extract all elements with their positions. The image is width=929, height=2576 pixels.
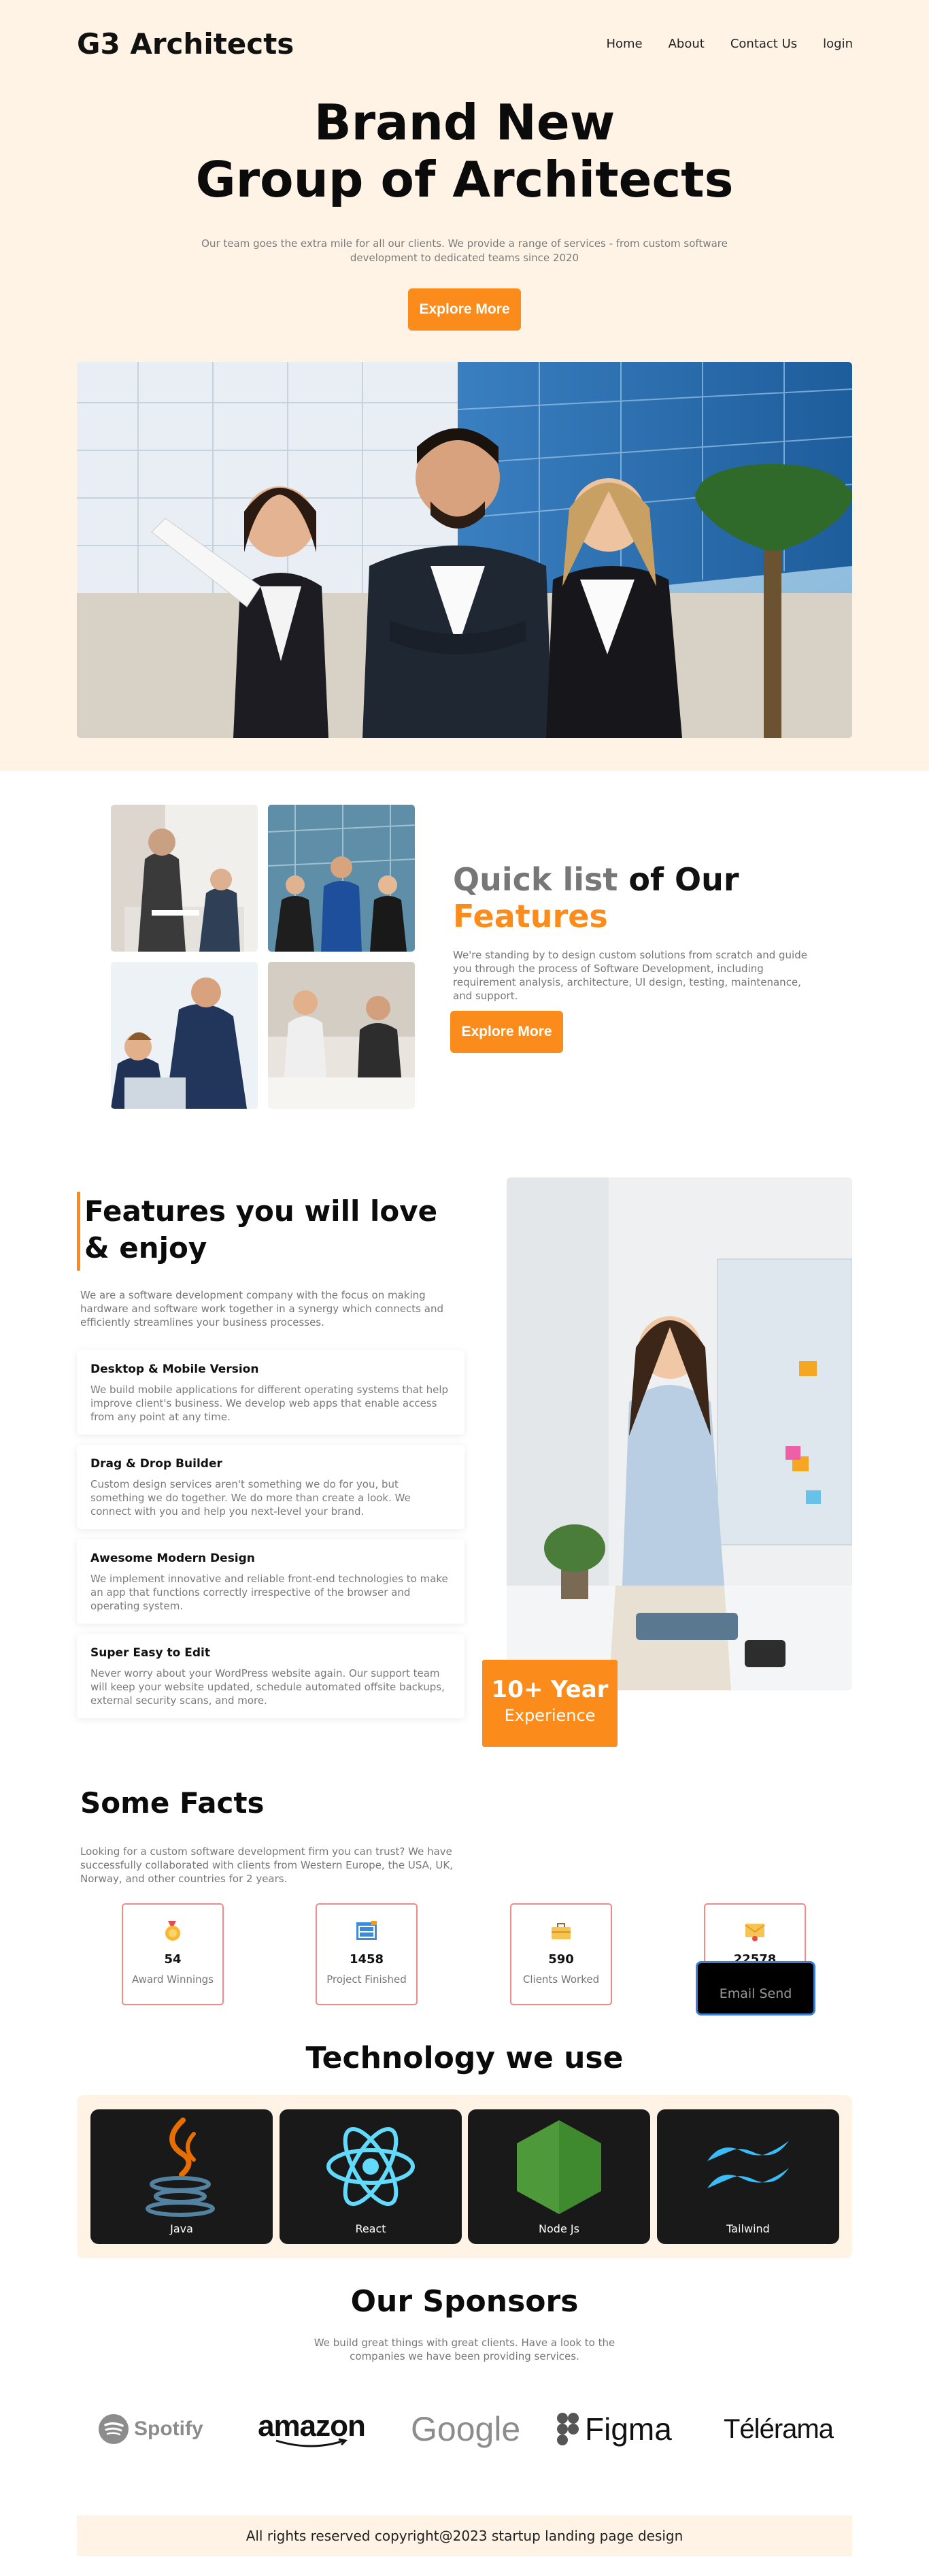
gallery-photo-handshake: [268, 962, 415, 1109]
fact-award-winnings: 54 Award Winnings: [122, 1903, 224, 2005]
top-nav: Home About Contact Us login: [606, 37, 853, 51]
quick-list-title-bold: of Our: [628, 861, 739, 898]
mail-icon: [745, 1924, 765, 1941]
blueprint-icon: [356, 1921, 377, 1940]
hero-photo-illustration: [77, 362, 852, 738]
fact-label: Clients Worked: [522, 1973, 600, 1986]
hero-explore-button[interactable]: Explore More: [408, 288, 521, 331]
facts-description: Looking for a custom software developmen…: [80, 1845, 454, 1885]
fact-project-finished: 1458 Project Finished: [316, 1903, 418, 2005]
fact-value: 54: [164, 1952, 182, 1967]
nav-contact[interactable]: Contact Us: [730, 37, 797, 51]
figma-icon: [557, 2413, 579, 2445]
sponsor-telerama[interactable]: Télérama: [721, 2405, 834, 2453]
tech-card-react[interactable]: React: [280, 2109, 462, 2244]
briefcase-icon: [552, 1923, 571, 1939]
react-icon: [326, 2126, 415, 2207]
sponsor-name: Google: [411, 2410, 521, 2448]
hero-title-line2: Group of Architects: [195, 151, 734, 208]
feature-card-text: Never worry about your WordPress website…: [90, 1667, 445, 1707]
sponsor-name: Figma: [585, 2411, 672, 2447]
tech-card-nodejs[interactable]: Node Js: [468, 2109, 650, 2244]
nav-about[interactable]: About: [669, 37, 705, 51]
sponsor-spotify[interactable]: Spotify: [97, 2405, 213, 2453]
nav-home[interactable]: Home: [606, 37, 642, 51]
features-accent-bar: [77, 1192, 80, 1271]
gallery-illustration-1: [111, 805, 258, 952]
brand-logo[interactable]: G3 Architects: [77, 27, 294, 61]
fact-label: Award Winnings: [132, 1973, 214, 1986]
sponsor-figma[interactable]: Figma: [556, 2405, 686, 2453]
sponsor-amazon[interactable]: amazon: [254, 2405, 369, 2453]
gallery-illustration-2: [268, 805, 415, 952]
fact-value: 590: [548, 1952, 574, 1967]
feature-card-title: Awesome Modern Design: [90, 1552, 255, 1565]
sponsor-name: Spotify: [134, 2418, 203, 2440]
fact-value: 1458: [349, 1952, 384, 1967]
tech-card-tailwind[interactable]: Tailwind: [657, 2109, 839, 2244]
java-icon: [146, 2118, 215, 2217]
feature-card-drag-drop: Drag & Drop Builder Custom design servic…: [77, 1445, 464, 1529]
quick-list-title: Quick list of Our Features: [453, 861, 739, 935]
amazon-smile-icon: [275, 2438, 348, 2447]
feature-card-title: Drag & Drop Builder: [90, 1457, 222, 1471]
hero-team-photo: [77, 362, 852, 738]
sponsor-google[interactable]: Google: [411, 2405, 520, 2453]
footer: All rights reserved copyright@2023 start…: [77, 2515, 852, 2556]
footer-copyright: All rights reserved copyright@2023 start…: [246, 2528, 683, 2544]
features-intro: We are a software development company wi…: [80, 1289, 443, 1328]
fact-clients-worked: 590 Clients Worked: [510, 1903, 612, 2005]
sponsors-title: Our Sponsors: [350, 2284, 579, 2319]
feature-card-modern-design: Awesome Modern Design We implement innov…: [77, 1539, 464, 1624]
technology-title: Technology we use: [305, 2041, 624, 2075]
fact-label: Project Finished: [326, 1973, 407, 1986]
sponsor-name: Télérama: [724, 2413, 834, 2444]
spotify-icon: [99, 2414, 129, 2444]
feature-card-title: Desktop & Mobile Version: [90, 1362, 259, 1376]
quick-list-description: We're standing by to design custom solut…: [453, 949, 807, 1002]
quick-list-title-light: Quick list: [453, 861, 629, 898]
facts-title: Some Facts: [80, 1786, 265, 1820]
feature-card-text: We implement innovative and reliable fro…: [90, 1573, 448, 1612]
hero-section: G3 Architects Home About Contact Us logi…: [0, 0, 929, 771]
medal-icon: [165, 1921, 180, 1941]
feature-card-title: Super Easy to Edit: [90, 1646, 211, 1660]
gallery-photo-office-meeting: [111, 805, 258, 952]
sponsors-description: We build great things with great clients…: [314, 2337, 615, 2362]
features-title: Features you will love & enjoy: [84, 1194, 438, 1265]
tech-name: Tailwind: [726, 2222, 770, 2235]
feature-card-text: Custom design services aren't something …: [90, 1478, 411, 1518]
page: G3 Architects Home About Contact Us logi…: [0, 0, 929, 2576]
feature-card-easy-edit: Super Easy to Edit Never worry about you…: [77, 1634, 464, 1718]
feature-card-text: We build mobile applications for differe…: [90, 1384, 449, 1423]
features-woman-photo: [507, 1177, 852, 1690]
feature-card-desktop-mobile: Desktop & Mobile Version We build mobile…: [77, 1350, 464, 1435]
gallery-photo-laptop-work: [111, 962, 258, 1109]
tech-card-java[interactable]: Java: [90, 2109, 273, 2244]
gallery-illustration-4: [268, 962, 415, 1109]
nodejs-icon: [517, 2120, 601, 2214]
quick-list-title-orange: Features: [453, 898, 608, 935]
hero-subtitle: Our team goes the extra mile for all our…: [201, 237, 728, 264]
experience-label: Experience: [504, 1706, 596, 1725]
hero-title: Brand New Group of Architects: [0, 94, 929, 208]
quick-list-explore-button[interactable]: Explore More: [450, 1011, 563, 1053]
tech-name: React: [355, 2222, 386, 2235]
experience-badge: 10+ Year Experience: [482, 1660, 618, 1747]
email-send-tooltip: Email Send: [696, 1961, 815, 2015]
tech-name: Java: [170, 2222, 193, 2235]
experience-years: 10+ Year: [491, 1676, 609, 1703]
hero-title-line1: Brand New: [314, 94, 615, 151]
gallery-photo-business-team: [268, 805, 415, 952]
tech-name: Node Js: [539, 2222, 579, 2235]
features-photo-illustration: [507, 1177, 852, 1690]
nav-login[interactable]: login: [823, 37, 853, 51]
gallery-illustration-3: [111, 962, 258, 1109]
tailwind-icon: [707, 2141, 789, 2188]
